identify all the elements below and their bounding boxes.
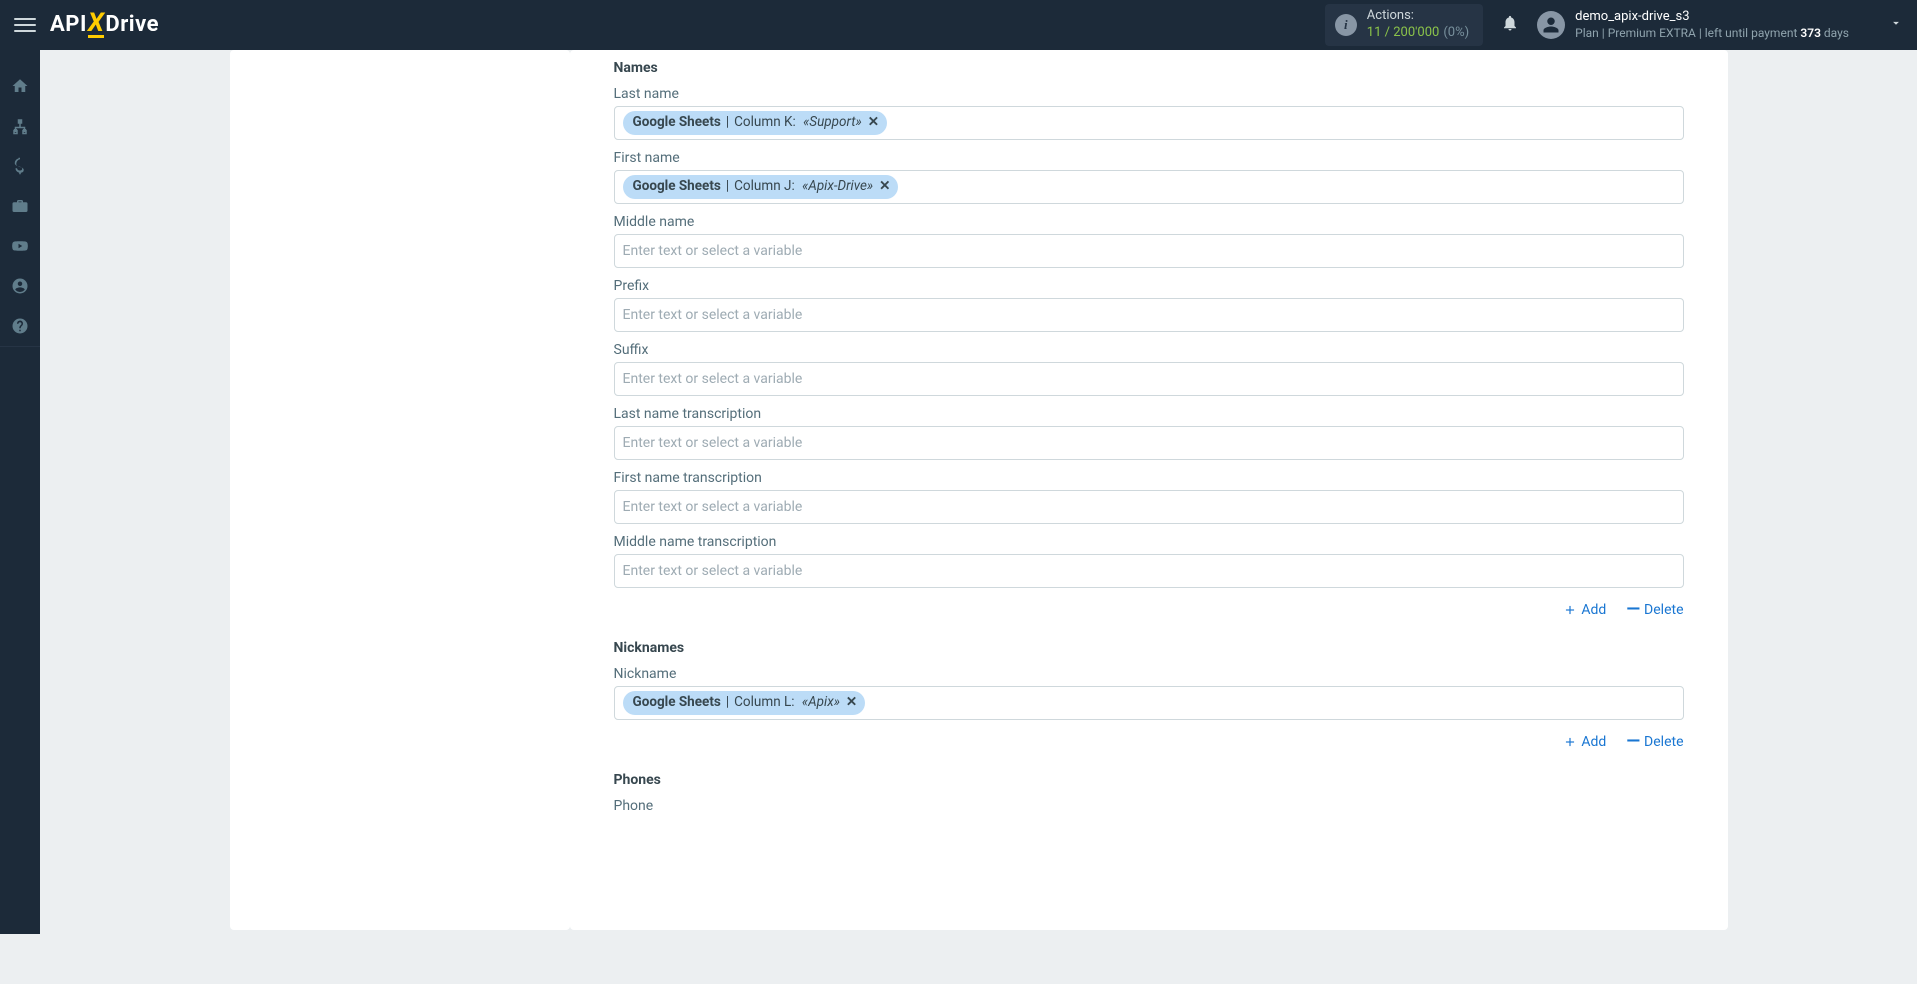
label-first-name: First name	[614, 150, 1684, 166]
user-plan: Plan | Premium EXTRA | left until paymen…	[1575, 26, 1849, 42]
user-info: demo_apix-drive_s3 Plan | Premium EXTRA …	[1575, 9, 1849, 41]
sitemap-icon	[11, 117, 29, 135]
delete-names-button[interactable]: — Delete	[1626, 602, 1683, 618]
placeholder: Enter text or select a variable	[623, 371, 803, 387]
input-middle-name-tr[interactable]: Enter text or select a variable	[614, 554, 1684, 588]
actions-label: Actions:	[1367, 8, 1469, 25]
home-icon	[11, 77, 29, 95]
bell-icon	[1501, 14, 1519, 32]
input-prefix[interactable]: Enter text or select a variable	[614, 298, 1684, 332]
label-first-name-tr: First name transcription	[614, 470, 1684, 486]
add-nicknames-button[interactable]: Add	[1563, 734, 1606, 750]
logo-part-drive: Drive	[105, 12, 159, 37]
actions-used: 11	[1367, 25, 1382, 40]
placeholder: Enter text or select a variable	[623, 243, 803, 259]
label-middle-name-tr: Middle name transcription	[614, 534, 1684, 550]
chevron-down-icon	[1859, 16, 1903, 34]
section-title-names: Names	[614, 60, 1684, 76]
avatar	[1537, 11, 1565, 39]
label-suffix: Suffix	[614, 342, 1684, 358]
mapping-form: Names Last name Google Sheets | Column K…	[570, 50, 1728, 930]
user-icon	[1542, 16, 1560, 34]
placeholder: Enter text or select a variable	[623, 499, 803, 515]
user-name: demo_apix-drive_s3	[1575, 9, 1849, 26]
youtube-icon	[11, 237, 29, 255]
logo-part-x: X	[88, 12, 105, 38]
chip-nickname: Google Sheets | Column L: «Apix» ✕	[623, 691, 866, 715]
left-card	[230, 50, 570, 930]
menu-toggle-icon[interactable]	[14, 14, 36, 36]
label-phone: Phone	[614, 798, 1684, 814]
add-names-button[interactable]: Add	[1563, 602, 1606, 618]
nicknames-row-actions: Add — Delete	[614, 734, 1684, 750]
input-nickname[interactable]: Google Sheets | Column L: «Apix» ✕	[614, 686, 1684, 720]
user-circle-icon	[11, 277, 29, 295]
sidebar-item-billing[interactable]	[0, 146, 40, 186]
sidebar-item-video[interactable]	[0, 226, 40, 266]
section-title-nicknames: Nicknames	[614, 640, 1684, 656]
logo[interactable]: API X Drive	[50, 12, 159, 38]
notifications-button[interactable]	[1501, 14, 1519, 36]
section-title-phones: Phones	[614, 772, 1684, 788]
logo-part-api: API	[50, 12, 87, 37]
info-icon: i	[1335, 14, 1357, 36]
chip-last-name: Google Sheets | Column K: «Support» ✕	[623, 111, 888, 135]
sidebar-item-help[interactable]	[0, 306, 40, 346]
label-nickname: Nickname	[614, 666, 1684, 682]
input-first-name-tr[interactable]: Enter text or select a variable	[614, 490, 1684, 524]
input-middle-name[interactable]: Enter text or select a variable	[614, 234, 1684, 268]
sidebar-item-account[interactable]	[0, 266, 40, 306]
left-panel	[230, 50, 570, 950]
actions-limit: 200'000	[1393, 25, 1439, 40]
chip-first-name: Google Sheets | Column J: «Apix-Drive» ✕	[623, 175, 899, 199]
dollar-icon	[11, 157, 29, 175]
sidebar	[0, 50, 40, 934]
center-panel: Names Last name Google Sheets | Column K…	[570, 50, 1728, 950]
plus-icon	[1563, 603, 1577, 617]
sidebar-item-home[interactable]	[0, 66, 40, 106]
label-prefix: Prefix	[614, 278, 1684, 294]
plus-icon	[1563, 735, 1577, 749]
chip-remove-icon[interactable]: ✕	[879, 178, 890, 196]
placeholder: Enter text or select a variable	[623, 563, 803, 579]
help-icon	[11, 317, 29, 335]
actions-pct: (0%)	[1443, 25, 1469, 40]
actions-counter[interactable]: i Actions: 11 / 200'000 (0%)	[1325, 4, 1483, 46]
sidebar-item-connections[interactable]	[0, 106, 40, 146]
main-area: Names Last name Google Sheets | Column K…	[40, 50, 1917, 950]
input-first-name[interactable]: Google Sheets | Column J: «Apix-Drive» ✕	[614, 170, 1684, 204]
chip-remove-icon[interactable]: ✕	[868, 114, 879, 132]
sidebar-item-briefcase[interactable]	[0, 186, 40, 226]
input-last-name-tr[interactable]: Enter text or select a variable	[614, 426, 1684, 460]
delete-nicknames-button[interactable]: — Delete	[1626, 734, 1683, 750]
sidebar-divider	[0, 346, 40, 347]
label-last-name: Last name	[614, 86, 1684, 102]
placeholder: Enter text or select a variable	[623, 435, 803, 451]
chip-remove-icon[interactable]: ✕	[846, 694, 857, 712]
names-row-actions: Add — Delete	[614, 602, 1684, 618]
label-middle-name: Middle name	[614, 214, 1684, 230]
placeholder: Enter text or select a variable	[623, 307, 803, 323]
label-last-name-tr: Last name transcription	[614, 406, 1684, 422]
input-suffix[interactable]: Enter text or select a variable	[614, 362, 1684, 396]
actions-sep: /	[1381, 25, 1393, 40]
briefcase-icon	[11, 197, 29, 215]
input-last-name[interactable]: Google Sheets | Column K: «Support» ✕	[614, 106, 1684, 140]
top-header: API X Drive i Actions: 11 / 200'000(0%) …	[0, 0, 1917, 50]
actions-text: Actions: 11 / 200'000 (0%)	[1367, 8, 1469, 42]
user-menu[interactable]: demo_apix-drive_s3 Plan | Premium EXTRA …	[1537, 9, 1903, 41]
